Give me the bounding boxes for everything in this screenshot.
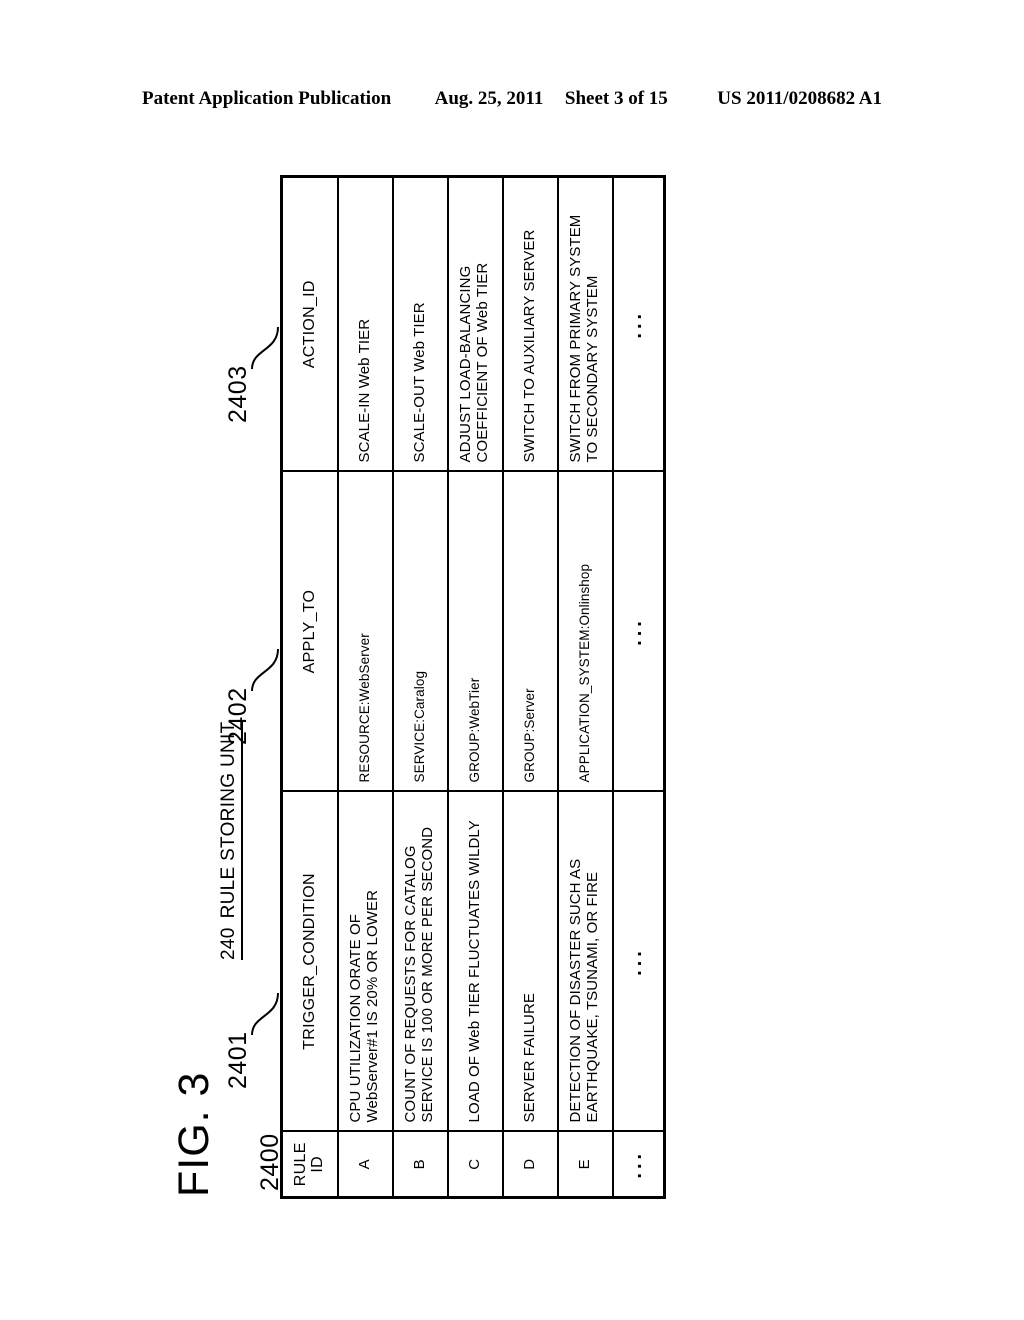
column-header-rule-id: RULE ID [281,1131,338,1198]
ref-2402-label: 2402 [224,687,252,745]
table-row: A CPU UTILIZATION ORATE OF WebServer#1 I… [337,176,393,1198]
column-header-apply-to: APPLY_TO [281,471,338,792]
cell-action-id-ellipsis: ... [612,176,665,472]
trigger-condition-line1: CPU UTILIZATION ORATE OF [347,913,365,1123]
action-id-line1: SWITCH TO AUXILIARY SERVER [520,229,538,463]
cell-action-id: ADJUST LOAD-BALANCING COEFFICIENT OF Web… [447,176,503,472]
cell-apply-to: APPLICATION_SYSTEM:Onlinshop [557,471,613,792]
ellipsis-trigger-condition: ... [624,947,647,976]
trigger-condition-line1: LOAD OF Web TIER FLUCTUATES WILDLY [465,820,483,1123]
rule-table: RULE ID TRIGGER_CONDITION APPLY_TO ACTIO… [280,175,666,1199]
rule-id-value: B [410,1159,428,1170]
column-header-action-id-label: ACTION_ID [300,280,318,369]
column-header-trigger-condition: TRIGGER_CONDITION [281,791,338,1132]
apply-to-value: GROUP:Server [522,688,538,783]
rule-id-value: C [465,1158,483,1170]
rule-storing-unit-number: 240 [218,927,239,960]
cell-apply-to-ellipsis: ... [612,471,665,792]
apply-to-value: GROUP:WebTier [467,677,483,783]
cell-apply-to: GROUP:Server [502,471,558,792]
trigger-condition-line2: SERVICE IS 100 OR MORE PER SECOND [419,826,436,1123]
cell-rule-id: A [337,1131,393,1198]
trigger-condition-line1: SERVER FAILURE [520,992,538,1123]
apply-to-value: SERVICE:Caralog [412,670,428,783]
cell-trigger-condition: COUNT OF REQUESTS FOR CATALOG SERVICE IS… [392,791,448,1132]
figure-stage: FIG. 3 240RULE STORING UNIT 2400 2401 24… [0,0,1024,1320]
rule-storing-unit-title: 240 RULE STORING UNIT [218,721,243,960]
column-header-action-id: ACTION_ID [281,176,338,472]
cell-rule-id: C [447,1131,503,1198]
table-row: B COUNT OF REQUESTS FOR CATALOG SERVICE … [392,176,448,1198]
ellipsis-apply-to: ... [624,617,647,646]
trigger-condition-line1: COUNT OF REQUESTS FOR CATALOG [402,845,420,1123]
table-row: D SERVER FAILURE GROUP:Server SWITCH TO [502,176,558,1198]
rule-id-value: A [355,1159,373,1170]
ellipsis-rule-id: ... [624,1149,647,1179]
trigger-condition-line2: EARTHQUAKE, TSUNAMI, OR FIRE [584,871,601,1123]
rule-id-value: D [520,1158,538,1170]
cell-rule-id: D [502,1131,558,1198]
cell-apply-to: SERVICE:Caralog [392,471,448,792]
figure-title: FIG. 3 [170,1071,218,1197]
rule-id-value: E [575,1159,593,1170]
trigger-condition-line1: DETECTION OF DISASTER SUCH AS [567,858,585,1123]
rotated-figure-canvas: FIG. 3 240RULE STORING UNIT 2400 2401 24… [162,105,862,1215]
ellipsis-action-id: ... [624,309,647,339]
ref-2403-label: 2403 [224,365,252,423]
cell-rule-id-ellipsis: ... [612,1131,665,1198]
cell-trigger-condition: DETECTION OF DISASTER SUCH AS EARTHQUAKE… [557,791,613,1132]
column-header-trigger-condition-label: TRIGGER_CONDITION [300,873,318,1050]
cell-trigger-condition-ellipsis: ... [612,791,665,1132]
action-id-line1: ADJUST LOAD-BALANCING [457,265,475,463]
cell-action-id: SWITCH TO AUXILIARY SERVER [502,176,558,472]
cell-rule-id: B [392,1131,448,1198]
action-id-line1: SCALE-OUT Web TIER [410,302,428,463]
table-row: E DETECTION OF DISASTER SUCH AS EARTHQUA… [557,176,613,1198]
table-row-ellipsis: ... ... ... ... [612,176,665,1198]
ref-2401-label: 2401 [224,1031,252,1089]
action-id-line1: SWITCH FROM PRIMARY SYSTEM [567,214,585,463]
action-id-line2: TO SECONDARY SYSTEM [584,275,601,463]
table-row: C LOAD OF Web TIER FLUCTUATES WILDLY GRO… [447,176,503,1198]
trigger-condition-line2: WebServer#1 IS 20% OR LOWER [364,889,381,1123]
column-header-apply-to-label: APPLY_TO [300,589,318,674]
cell-trigger-condition: LOAD OF Web TIER FLUCTUATES WILDLY [447,791,503,1132]
cell-apply-to: GROUP:WebTier [447,471,503,792]
apply-to-value: APPLICATION_SYSTEM:Onlinshop [577,563,593,783]
cell-apply-to: RESOURCE:WebServer [337,471,393,792]
cell-rule-id: E [557,1131,613,1198]
column-header-rule-id-line1: RULE [291,1142,309,1187]
action-id-line1: SCALE-IN Web TIER [355,318,373,463]
cell-trigger-condition: CPU UTILIZATION ORATE OF WebServer#1 IS … [337,791,393,1132]
column-header-rule-id-line2: ID [308,1155,326,1173]
cell-action-id: SCALE-IN Web TIER [337,176,393,472]
rule-storing-unit-name: RULE STORING UNIT [218,721,239,919]
table-header-row: RULE ID TRIGGER_CONDITION APPLY_TO ACTIO… [281,176,338,1198]
cell-action-id: SCALE-OUT Web TIER [392,176,448,472]
cell-trigger-condition: SERVER FAILURE [502,791,558,1132]
table-body: A CPU UTILIZATION ORATE OF WebServer#1 I… [337,176,665,1198]
cell-action-id: SWITCH FROM PRIMARY SYSTEM TO SECONDARY … [557,176,613,472]
action-id-line2: COEFFICIENT OF Web TIER [474,262,491,463]
apply-to-value: RESOURCE:WebServer [357,633,373,783]
